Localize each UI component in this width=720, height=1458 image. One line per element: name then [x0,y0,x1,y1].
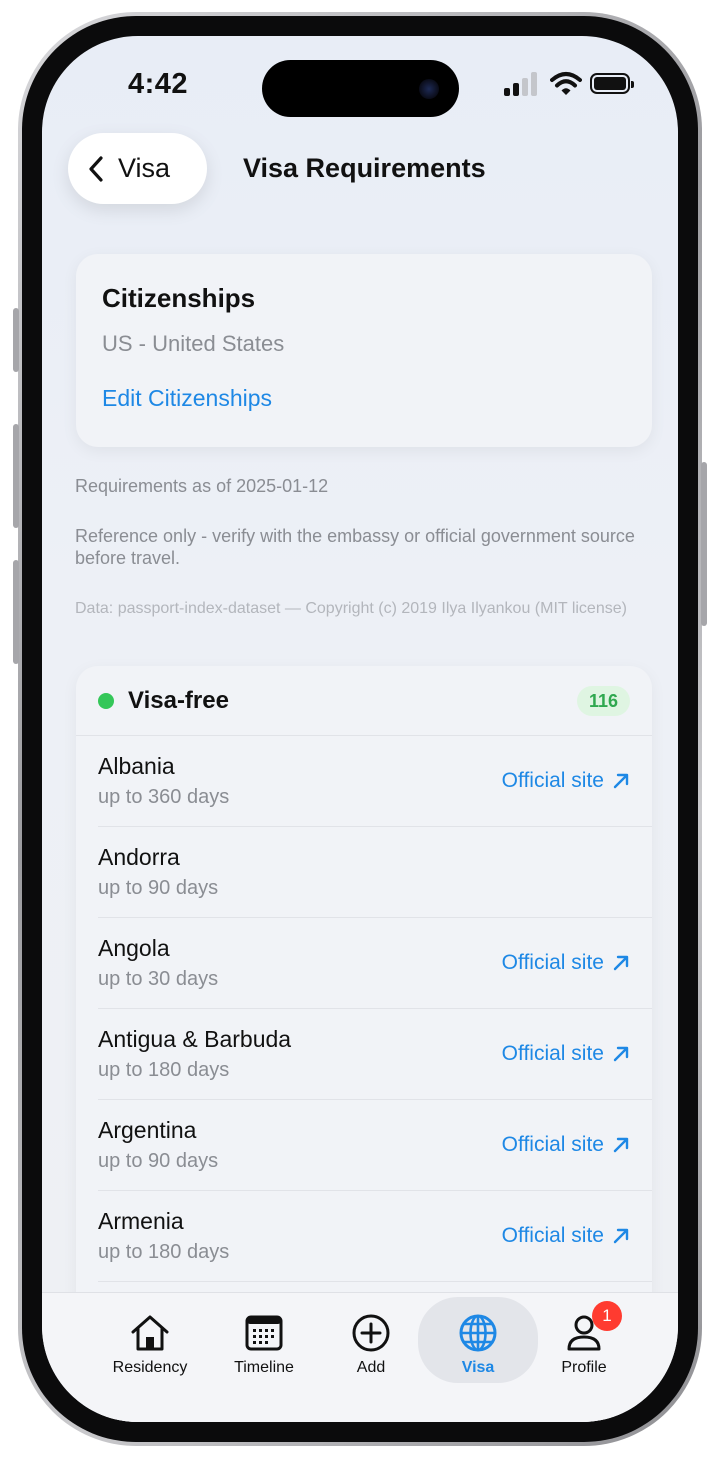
citizenships-title: Citizenships [102,283,256,313]
requirements-date: Requirements as of 2025-01-12 [75,476,329,496]
tab-label: Add [356,1359,386,1376]
back-button[interactable]: Visa [68,133,207,204]
status-icons [504,72,634,98]
status-dot-icon [98,693,114,709]
list-item: Albania up to 360 days Official site [98,736,652,827]
page-title: Visa Requirements [243,153,486,183]
wifi-icon [550,72,582,95]
stay-duration: up to 180 days [98,1059,230,1081]
list-item: Argentina up to 90 days Official site [98,1100,652,1191]
official-site-label: Official site [501,1224,604,1247]
country-name: Argentina [98,1117,197,1143]
calendar-icon [245,1315,283,1351]
citizenships-card: Citizenships US - United States Edit Cit… [76,254,652,447]
official-site-label: Official site [501,769,604,792]
list-item: Andorra up to 90 days [98,827,652,918]
edit-citizenships-link[interactable]: Edit Citizenships [102,385,272,412]
arrow-up-right-icon [613,1137,629,1153]
action-button [13,308,19,372]
arrow-up-right-icon [613,955,629,971]
notification-badge: 1 [592,1301,622,1331]
country-name: Andorra [98,844,180,870]
stay-duration: up to 360 days [98,786,230,808]
visa-free-count-badge: 116 [576,686,630,716]
volume-down-button [13,560,19,664]
list-item: Antigua & Barbuda up to 180 days Officia… [98,1009,652,1100]
official-site-link[interactable]: Official site [502,1133,630,1157]
tab-add[interactable]: Add [311,1297,431,1383]
official-site-link[interactable]: Official site [502,1042,630,1066]
tab-profile[interactable]: Profile 1 [524,1297,644,1383]
official-site-link[interactable]: Official site [502,1224,630,1248]
official-site-label: Official site [501,1133,604,1156]
stay-duration: up to 180 days [98,1241,230,1263]
house-icon [131,1315,169,1351]
tab-label: Timeline [234,1359,294,1376]
disclaimer-text: Reference only - verify with the embassy… [75,526,635,568]
stay-duration: up to 90 days [98,877,219,899]
visa-free-header: Visa-free 116 [76,666,652,736]
visa-free-label: Visa-free [128,687,229,714]
chevron-left-icon [89,155,103,182]
plus-circle-icon [352,1314,390,1352]
status-time: 4:42 [128,68,189,100]
citizenship-value: US - United States [102,331,285,356]
tab-timeline[interactable]: Timeline [204,1297,324,1383]
list-item: Angola up to 30 days Official site [98,918,652,1009]
stay-duration: up to 90 days [98,1150,219,1172]
country-name: Angola [98,935,170,961]
dynamic-island [262,60,459,117]
official-site-label: Official site [501,951,604,974]
official-site-link[interactable]: Official site [502,951,630,975]
power-button [701,462,707,626]
back-button-label: Visa [118,153,171,183]
volume-up-button [13,424,19,528]
tab-label: Profile [561,1359,607,1376]
tab-label: Visa [461,1359,495,1376]
tab-visa[interactable]: Visa [418,1297,538,1383]
data-source-text: Data: passport-index-dataset — Copyright… [75,600,627,617]
country-name: Antigua & Barbuda [98,1026,292,1052]
arrow-up-right-icon [613,773,629,789]
arrow-up-right-icon [613,1228,629,1244]
country-name: Albania [98,753,175,779]
screen: 4:42 Visa Visa Requirements Citizenships… [42,36,678,1422]
globe-icon [459,1314,497,1352]
arrow-up-right-icon [613,1046,629,1062]
official-site-link[interactable]: Official site [502,769,630,793]
country-name: Armenia [98,1208,184,1234]
list-item: Armenia up to 180 days Official site [98,1191,652,1282]
tab-label: Residency [112,1359,188,1376]
tab-bar: Residency Timeline Add Visa Profile 1 [42,1292,678,1422]
camera-icon [419,79,439,99]
cellular-signal-icon [504,72,538,96]
battery-icon [590,73,634,94]
tab-residency[interactable]: Residency [90,1297,210,1383]
official-site-label: Official site [501,1042,604,1065]
stay-duration: up to 30 days [98,968,219,990]
